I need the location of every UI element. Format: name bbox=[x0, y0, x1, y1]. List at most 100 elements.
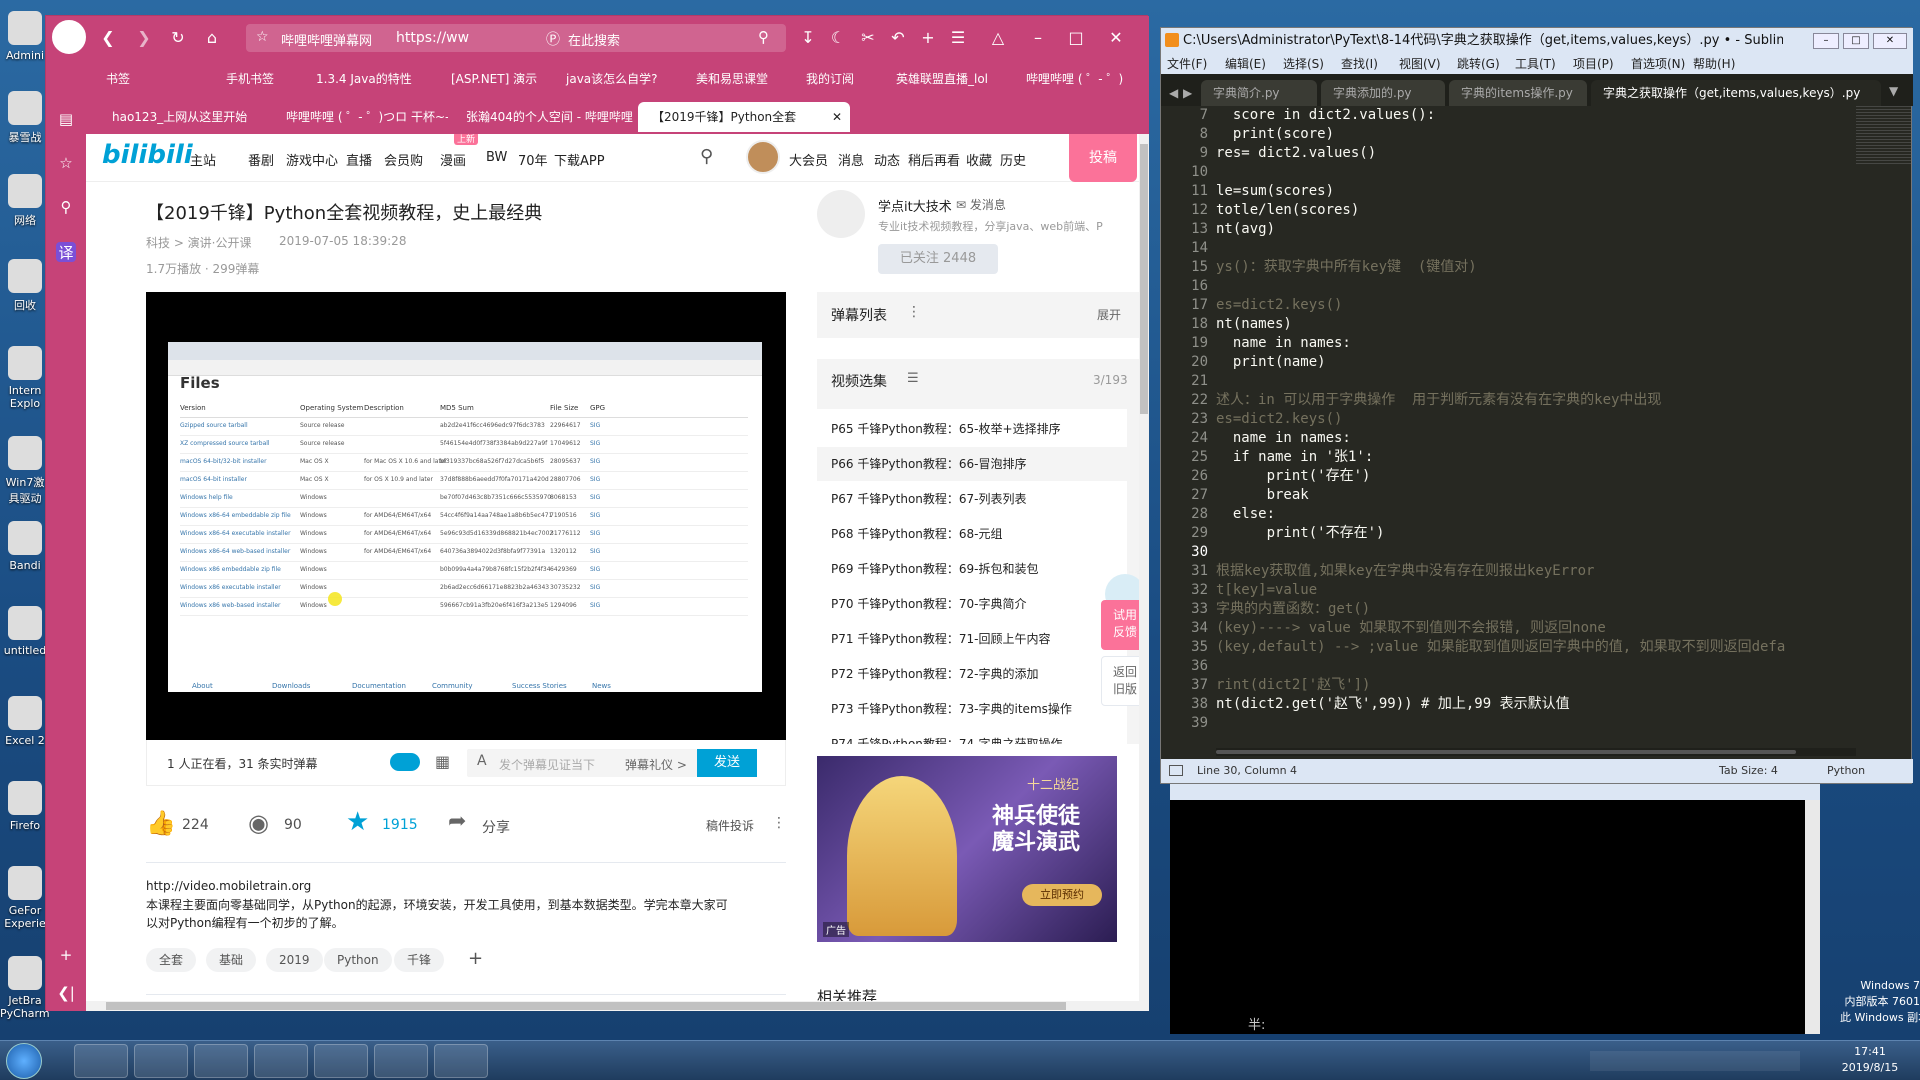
desktop-icon[interactable]: 暴雪战 bbox=[0, 85, 50, 169]
tab-nav-left-icon[interactable]: ◀ bbox=[1169, 86, 1178, 100]
scroll-thumb[interactable] bbox=[1216, 750, 1796, 754]
address-bar[interactable]: ☆ 哔哩哔哩弹幕网 https://ww Ⓟ 在此搜索 ⚲ bbox=[246, 24, 786, 52]
tag-item[interactable]: 2019 bbox=[266, 948, 323, 972]
desktop-icon[interactable]: Win7激 具驱动 bbox=[0, 430, 50, 514]
menu-item[interactable]: 帮助(H) bbox=[1693, 54, 1735, 74]
user-avatar[interactable] bbox=[52, 20, 86, 54]
video-category[interactable]: 科技 > 演讲·公开课 bbox=[146, 234, 252, 251]
menu-item[interactable]: 选择(S) bbox=[1283, 54, 1324, 74]
start-button[interactable] bbox=[6, 1043, 42, 1079]
horizontal-scrollbar[interactable] bbox=[86, 1001, 1139, 1011]
menu-item[interactable]: 查找(I) bbox=[1341, 54, 1378, 74]
menu-item[interactable]: 工具(T) bbox=[1515, 54, 1556, 74]
more-icon[interactable]: ⋮ bbox=[772, 815, 786, 831]
send-danmaku-button[interactable]: 发送 bbox=[697, 749, 757, 777]
menu-item[interactable]: 项目(P) bbox=[1573, 54, 1614, 74]
vertical-scrollbar[interactable] bbox=[1139, 134, 1149, 1011]
search-icon[interactable]: ⚲ bbox=[56, 198, 76, 218]
upload-button[interactable]: 投稿 bbox=[1069, 134, 1137, 182]
message-link[interactable]: ✉ 发消息 bbox=[956, 196, 1006, 213]
nav-item[interactable]: 漫画 bbox=[440, 150, 466, 169]
minimize-icon[interactable]: – bbox=[1813, 33, 1839, 49]
desktop-icon[interactable]: 网络 bbox=[0, 168, 50, 252]
menu-item[interactable]: 视图(V) bbox=[1399, 54, 1441, 74]
desktop-icon[interactable]: Bandi bbox=[0, 515, 50, 599]
desktop-icon[interactable]: Intern Explo bbox=[0, 340, 50, 424]
undo-icon[interactable]: ↶ bbox=[888, 28, 908, 48]
menu-item[interactable]: 编辑(E) bbox=[1225, 54, 1266, 74]
ad-reserve-button[interactable]: 立即预约 bbox=[1022, 884, 1102, 906]
browser-tab[interactable]: 哔哩哔哩 ( ゜- ゜)つロ 干杯~-bilibi bbox=[272, 102, 448, 132]
browser-tab[interactable]: 【2019千锋】Python全套 ✕ bbox=[638, 102, 850, 132]
browser-tab[interactable]: 张瀚404的个人空间 - 哔哩哔哩 ( bbox=[452, 102, 634, 132]
nav-item[interactable]: 动态 bbox=[874, 150, 900, 169]
list-icon[interactable]: ☰ bbox=[907, 371, 919, 386]
nav-item[interactable]: 历史 bbox=[1000, 150, 1026, 169]
danmaku-etiquette-link[interactable]: 弹幕礼仪 > bbox=[625, 756, 687, 773]
search-engine-icon[interactable]: Ⓟ bbox=[546, 29, 560, 49]
desktop-icon[interactable]: 回收 bbox=[0, 253, 50, 337]
editor-h-scrollbar[interactable] bbox=[1216, 748, 1856, 756]
tab-dropdown-icon[interactable]: ▼ bbox=[1889, 84, 1898, 98]
episode-item[interactable]: P69 千锋Python教程：69-拆包和装包 bbox=[817, 552, 1127, 586]
taskbar-app-shield-icon[interactable] bbox=[74, 1044, 128, 1078]
scroll-thumb[interactable] bbox=[1140, 144, 1148, 414]
system-tray[interactable] bbox=[1590, 1051, 1800, 1071]
uploader-name[interactable]: 学点it大技术 bbox=[878, 196, 952, 215]
bookmark-item[interactable]: 手机书签 bbox=[226, 70, 274, 87]
add-icon[interactable]: + bbox=[56, 946, 76, 966]
report-link[interactable]: 稿件投诉 bbox=[706, 817, 754, 834]
tab-nav-right-icon[interactable]: ▶ bbox=[1183, 86, 1192, 100]
taskbar-app-avatar-icon[interactable] bbox=[134, 1044, 188, 1078]
tag-item[interactable]: 基础 bbox=[206, 948, 257, 972]
maximize-icon[interactable]: □ bbox=[1066, 28, 1086, 48]
minimize-icon[interactable]: – bbox=[1028, 28, 1048, 48]
nav-item[interactable]: 主站 bbox=[190, 150, 216, 169]
nav-item[interactable]: 收藏 bbox=[966, 150, 992, 169]
translate-icon[interactable]: 译 bbox=[56, 242, 76, 262]
nav-item[interactable]: 下载APP bbox=[554, 150, 605, 169]
forward-icon[interactable]: ❯ bbox=[134, 28, 154, 48]
news-icon[interactable]: ▤ bbox=[56, 110, 76, 130]
episode-item[interactable]: P67 千锋Python教程：67-列表列表 bbox=[817, 482, 1127, 516]
search-icon[interactable]: ⚲ bbox=[758, 28, 769, 46]
desktop-icon[interactable]: Admini bbox=[0, 5, 50, 89]
text-style-icon[interactable]: A bbox=[477, 753, 487, 769]
like-icon[interactable]: 👍 bbox=[146, 809, 176, 837]
danmaku-list-header[interactable]: 弹幕列表 ⋮ 展开 bbox=[817, 292, 1140, 338]
console-scrollbar[interactable] bbox=[1805, 800, 1820, 1034]
editor-tab[interactable]: 字典之获取操作（get,items,values,keys）.py bbox=[1591, 80, 1881, 106]
more-icon[interactable]: ⋮ bbox=[907, 304, 921, 320]
desktop-icon[interactable]: GeFor Experie bbox=[0, 860, 50, 944]
scissors-icon[interactable]: ✂ bbox=[858, 28, 878, 48]
bookmark-item[interactable]: 1.3.4 Java的特性 bbox=[316, 70, 412, 87]
night-mode-icon[interactable]: ☾ bbox=[828, 28, 848, 48]
taskbar-app-obs-icon[interactable] bbox=[374, 1044, 428, 1078]
uploader-avatar[interactable] bbox=[817, 190, 865, 238]
episode-item[interactable]: P65 千锋Python教程：65-枚举+选择排序 bbox=[817, 412, 1127, 446]
nav-item[interactable]: 70年 bbox=[518, 150, 548, 169]
taskbar-app-browser-icon[interactable] bbox=[194, 1044, 248, 1078]
collapse-icon[interactable]: ❮| bbox=[56, 984, 76, 1004]
description-link[interactable]: http://video.mobiletrain.org bbox=[146, 879, 311, 893]
bookmark-item[interactable]: 书签 bbox=[106, 70, 130, 87]
desktop-icon[interactable]: Excel 2 bbox=[0, 690, 50, 774]
menu-item[interactable]: 首选项(N) bbox=[1631, 54, 1685, 74]
minimap[interactable] bbox=[1856, 106, 1911, 166]
nav-item[interactable]: 消息 bbox=[838, 150, 864, 169]
nav-item[interactable]: BW bbox=[486, 150, 507, 165]
bookmark-item[interactable]: 我的订阅 bbox=[806, 70, 854, 87]
coin-icon[interactable]: ◉ bbox=[248, 809, 269, 837]
favorite-icon[interactable]: ★ bbox=[346, 807, 369, 837]
share-label[interactable]: 分享 bbox=[482, 817, 510, 837]
editor-tab[interactable]: 字典的items操作.py bbox=[1449, 80, 1587, 106]
nav-item[interactable]: 会员购 bbox=[384, 150, 423, 169]
expand-link[interactable]: 展开 bbox=[1097, 306, 1121, 323]
desktop-icon[interactable]: Firefo bbox=[0, 775, 50, 859]
user-avatar[interactable] bbox=[746, 140, 780, 174]
syntax-language[interactable]: Python bbox=[1827, 759, 1865, 783]
bili-logo[interactable]: bilibili bbox=[102, 140, 193, 170]
follow-button[interactable]: 已关注 2448 bbox=[878, 244, 998, 274]
nav-item[interactable]: 大会员 bbox=[789, 150, 828, 169]
close-icon[interactable]: ✕ bbox=[1873, 33, 1907, 49]
